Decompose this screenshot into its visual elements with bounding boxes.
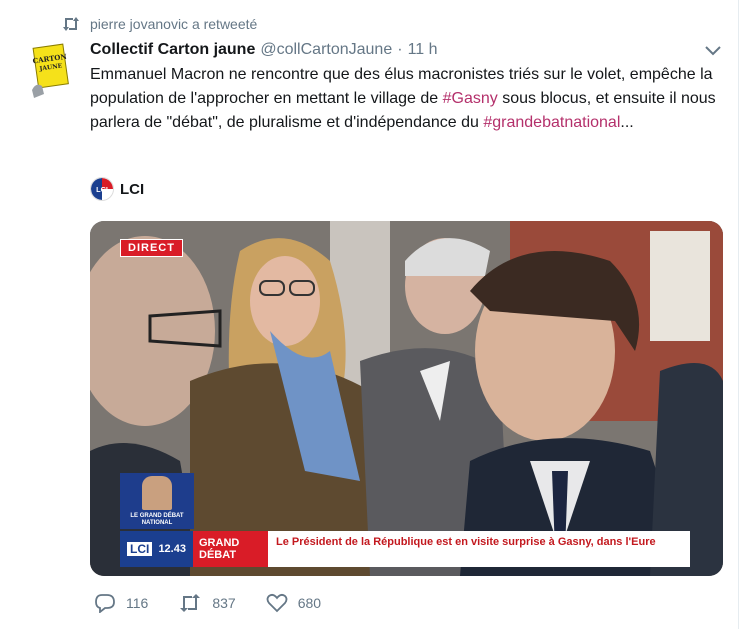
like-count: 680: [297, 595, 322, 611]
author-handle[interactable]: @collCartonJaune: [260, 41, 392, 59]
retweeter-link[interactable]: pierre jovanovic a retweeté: [90, 16, 257, 32]
thumbnail-portrait: [142, 476, 172, 510]
lci-logo-text: LCI: [96, 185, 108, 194]
channel-clock: LCI 12.43: [120, 531, 193, 567]
reply-button[interactable]: 116: [94, 593, 148, 613]
hashtag-gasny[interactable]: #Gasny: [443, 90, 498, 107]
hashtag-grandebatnational[interactable]: #grandebatnational: [483, 114, 620, 131]
retweet-count: 837: [212, 595, 236, 611]
show-title: GRAND DÉBAT: [193, 531, 268, 567]
reply-count: 116: [126, 595, 149, 611]
retweet-context: pierre jovanovic a retweeté: [62, 14, 257, 34]
news-headline: Le Président de la République est en vis…: [268, 531, 690, 567]
lower-third-banner: LCI 12.43 GRAND DÉBAT Le Président de la…: [120, 531, 690, 567]
lci-logo: LCI: [90, 177, 114, 201]
retweet-button[interactable]: 837: [178, 593, 236, 613]
thumbnail-text: LE GRAND DÉBAT NATIONAL: [130, 513, 184, 526]
tweet[interactable]: pierre jovanovic a retweeté CARTON JAUNE…: [0, 0, 739, 629]
tweet-text-ellipsis: ...: [620, 114, 634, 131]
tweet-actions: 116 837 680: [94, 593, 351, 613]
tweet-text: Emmanuel Macron ne rencontre que des élu…: [90, 63, 725, 135]
live-badge: DIRECT: [120, 239, 183, 257]
video-player[interactable]: DIRECT LE GRAND DÉBAT NATIONAL LCI 12.43…: [90, 221, 723, 576]
video-thumbnail-inset: LE GRAND DÉBAT NATIONAL: [120, 473, 194, 529]
tweet-timestamp[interactable]: 11 h: [408, 41, 438, 59]
header-separator: ·: [397, 41, 403, 58]
channel-name: LCI: [127, 542, 153, 556]
reply-icon: [95, 594, 115, 613]
avatar[interactable]: CARTON JAUNE: [26, 40, 76, 100]
like-button[interactable]: 680: [266, 593, 321, 613]
heart-icon: [266, 593, 288, 613]
clock-time: 12.43: [158, 543, 186, 555]
tweet-header: Collectif Carton jaune @collCartonJaune …: [90, 39, 438, 61]
retweet-icon: [180, 594, 201, 612]
source-name[interactable]: LCI: [120, 181, 144, 198]
retweet-icon: [62, 16, 80, 32]
author-name[interactable]: Collectif Carton jaune: [90, 41, 255, 59]
media-source[interactable]: LCI LCI: [90, 177, 144, 201]
chevron-down-icon[interactable]: [704, 44, 722, 58]
